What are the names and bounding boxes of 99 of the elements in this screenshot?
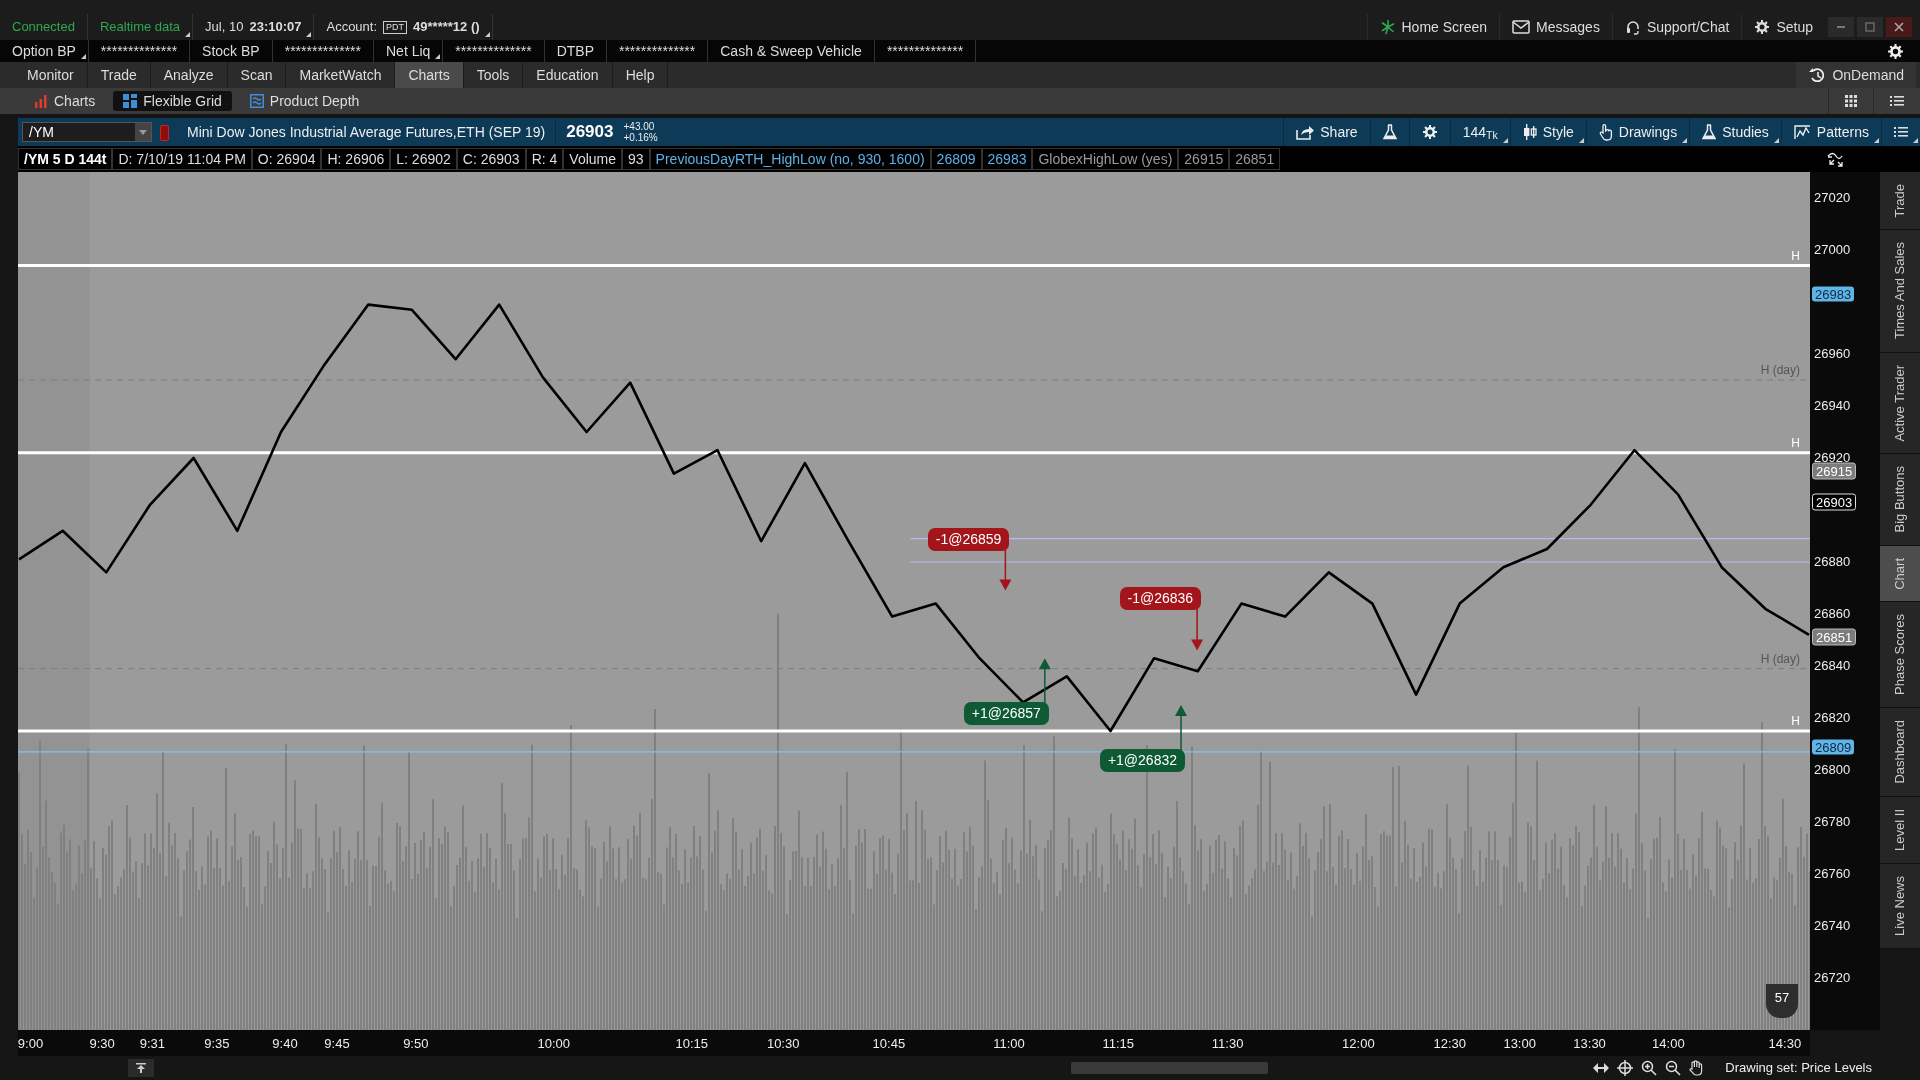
quote-field: Volume — [563, 148, 622, 170]
balance-label: Cash & Sweep Vehicle — [720, 41, 862, 61]
level-label: H — [1791, 435, 1800, 450]
chart-title: /YM 5 D 144t — [18, 148, 113, 170]
time-tick: 14:30 — [1768, 1035, 1802, 1053]
price-tick: 26820 — [1814, 709, 1851, 728]
alert-count-badge[interactable]: 57 — [1766, 984, 1798, 1018]
time-tick: 12:30 — [1433, 1035, 1467, 1053]
side-tab[interactable]: Active Trader — [1880, 352, 1920, 455]
side-tab[interactable]: Chart — [1880, 545, 1920, 603]
time-tick: 11:30 — [1211, 1035, 1244, 1053]
sub-tab[interactable]: Flexible Grid — [113, 91, 232, 111]
study-value: PreviousDayRTH_HighLow (no, 930, 1600) — [649, 148, 931, 170]
time-tick: 9:30 — [89, 1035, 115, 1053]
order-label[interactable]: +1@26832 — [1099, 748, 1185, 772]
on-demand-button[interactable]: OnDemand — [1795, 62, 1916, 88]
balance-value: ************** — [284, 41, 361, 61]
time-tick: 9:45 — [324, 1035, 350, 1053]
time-tick: 12:00 — [1342, 1035, 1375, 1053]
time-tick: 9:00 — [17, 1035, 44, 1053]
time-tick: 11:00 — [993, 1035, 1025, 1053]
net-change: +43.00 — [623, 121, 656, 132]
quote-field: L: 26902 — [390, 148, 457, 170]
side-tab[interactable]: Level II — [1880, 797, 1920, 864]
price-tick: 26940 — [1814, 397, 1851, 416]
time-tick: 10:45 — [872, 1035, 906, 1053]
time-tick: 9:35 — [204, 1035, 230, 1053]
quote-field: C: 26903 — [456, 148, 526, 170]
time-tick: 10:00 — [537, 1035, 571, 1053]
sub-tab[interactable]: Product Depth — [239, 91, 370, 111]
account-label: Account: — [326, 18, 378, 37]
balance-label[interactable]: Option BP — [12, 40, 76, 62]
price-tick: 26800 — [1814, 761, 1851, 780]
side-tab[interactable]: Trade — [1880, 172, 1920, 231]
order-label[interactable]: -1@26836 — [1119, 587, 1202, 611]
price-marker: 26903 — [1812, 493, 1857, 511]
price-marker: 26851 — [1812, 628, 1857, 646]
order-label[interactable]: -1@26859 — [927, 527, 1010, 551]
quote-field: O: 26904 — [251, 148, 322, 170]
data-feed-status[interactable]: Realtime data — [99, 17, 181, 37]
level-label: H (day) — [1760, 363, 1800, 377]
symbol-field[interactable]: /YM — [22, 122, 152, 142]
time-tick: 13:00 — [1503, 1035, 1536, 1053]
side-tab[interactable]: Times And Sales — [1880, 230, 1920, 353]
date-text: Jul, 10 — [205, 18, 244, 37]
price-tick: 26720 — [1814, 969, 1851, 988]
price-tick: 26760 — [1814, 865, 1851, 884]
price-marker: 26983 — [1812, 286, 1855, 302]
price-tick: 26860 — [1814, 605, 1851, 624]
balance-label: Stock BP — [202, 41, 260, 61]
study-value: GlobexHighLow (yes) — [1032, 148, 1179, 170]
price-tick: 26780 — [1814, 813, 1851, 832]
time-tick: 10:30 — [766, 1035, 800, 1053]
study-value: 26983 — [981, 148, 1033, 170]
side-tab[interactable]: Phase Scores — [1880, 602, 1920, 709]
instrument-description: Mini Dow Jones Industrial Average Futures,ETH (SEP 19) — [186, 122, 547, 142]
price-tick: 26880 — [1814, 553, 1851, 572]
pdt-badge: PDT — [383, 20, 408, 34]
quote-field: H: 26906 — [321, 148, 391, 170]
time-tick: 14:00 — [1652, 1035, 1685, 1053]
price-tick: 26960 — [1814, 345, 1851, 364]
time-tick: 9:31 — [139, 1035, 166, 1053]
time-tick: 13:30 — [1573, 1035, 1606, 1053]
quote-field: 93 — [622, 148, 650, 170]
price-tick: 27000 — [1814, 241, 1851, 260]
time-tick: 9:50 — [403, 1035, 429, 1053]
quote-field: D: 7/10/19 11:04 PM — [112, 148, 252, 170]
level-label: H — [1791, 248, 1800, 263]
account-number[interactable]: 49*****12 () — [413, 17, 480, 37]
balance-label: DTBP — [556, 41, 594, 61]
study-value: 26915 — [1178, 148, 1230, 170]
study-value: 26851 — [1229, 148, 1281, 170]
side-tab[interactable]: Live News — [1880, 863, 1920, 949]
balance-value: ************** — [100, 41, 178, 61]
time-tick: 9:40 — [272, 1035, 298, 1053]
price-marker: 26915 — [1812, 462, 1857, 480]
level-label: H (day) — [1760, 651, 1800, 666]
time-tick: 11:15 — [1102, 1035, 1135, 1053]
side-tab[interactable]: Dashboard — [1880, 708, 1920, 797]
quote-field: R: 4 — [525, 148, 564, 170]
clock-text: 23:10:07 — [249, 18, 302, 37]
percent-change: +0.16% — [623, 132, 658, 143]
level-label: H — [1791, 714, 1800, 728]
last-price: 26903 — [555, 119, 624, 145]
side-tab[interactable]: Big Buttons — [1880, 454, 1920, 546]
menu-tab[interactable]: Charts — [395, 62, 464, 88]
balance-value: ************** — [455, 41, 532, 61]
time-tick: 10:15 — [675, 1035, 709, 1053]
balance-value: ************** — [618, 41, 696, 61]
price-tick: 26840 — [1814, 657, 1851, 676]
drawing-set-label[interactable]: Drawing set: Price Levels — [1725, 1058, 1872, 1078]
study-value: 26809 — [930, 148, 982, 170]
order-label[interactable]: +1@26857 — [963, 701, 1049, 725]
balance-label[interactable]: Net Liq — [386, 40, 431, 62]
price-tick: 27020 — [1814, 189, 1851, 208]
sub-tab[interactable]: Charts — [24, 91, 106, 111]
balance-value: ************** — [886, 41, 964, 61]
price-marker: 26809 — [1812, 739, 1855, 755]
price-tick: 26740 — [1814, 917, 1851, 936]
